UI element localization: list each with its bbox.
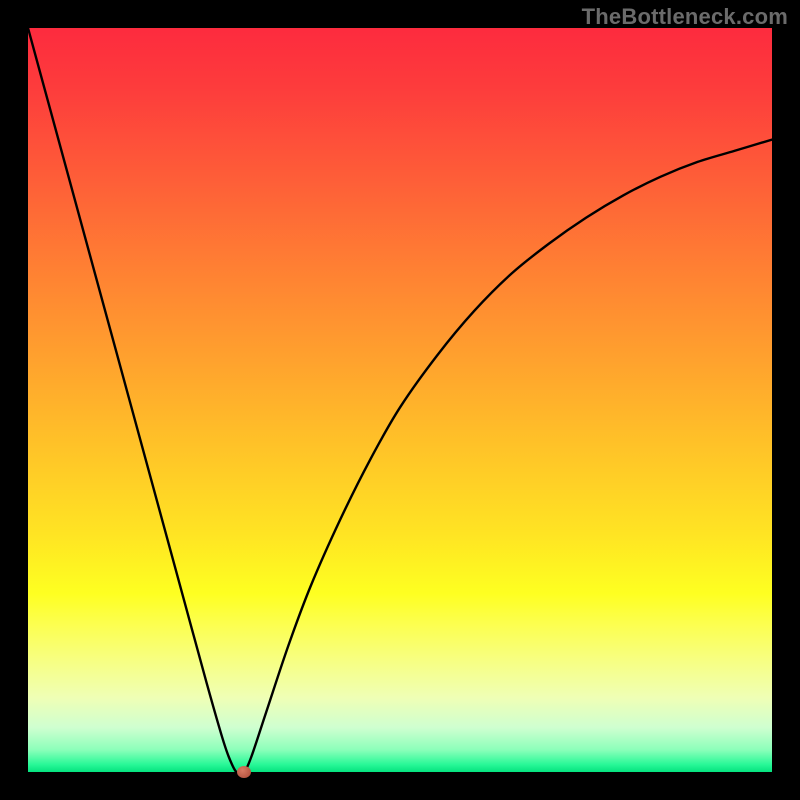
- watermark-text: TheBottleneck.com: [582, 4, 788, 30]
- minimum-marker: [237, 766, 251, 778]
- chart-frame: TheBottleneck.com: [0, 0, 800, 800]
- curve-svg: [28, 28, 772, 772]
- plot-area: [28, 28, 772, 772]
- bottleneck-curve-path: [28, 28, 772, 772]
